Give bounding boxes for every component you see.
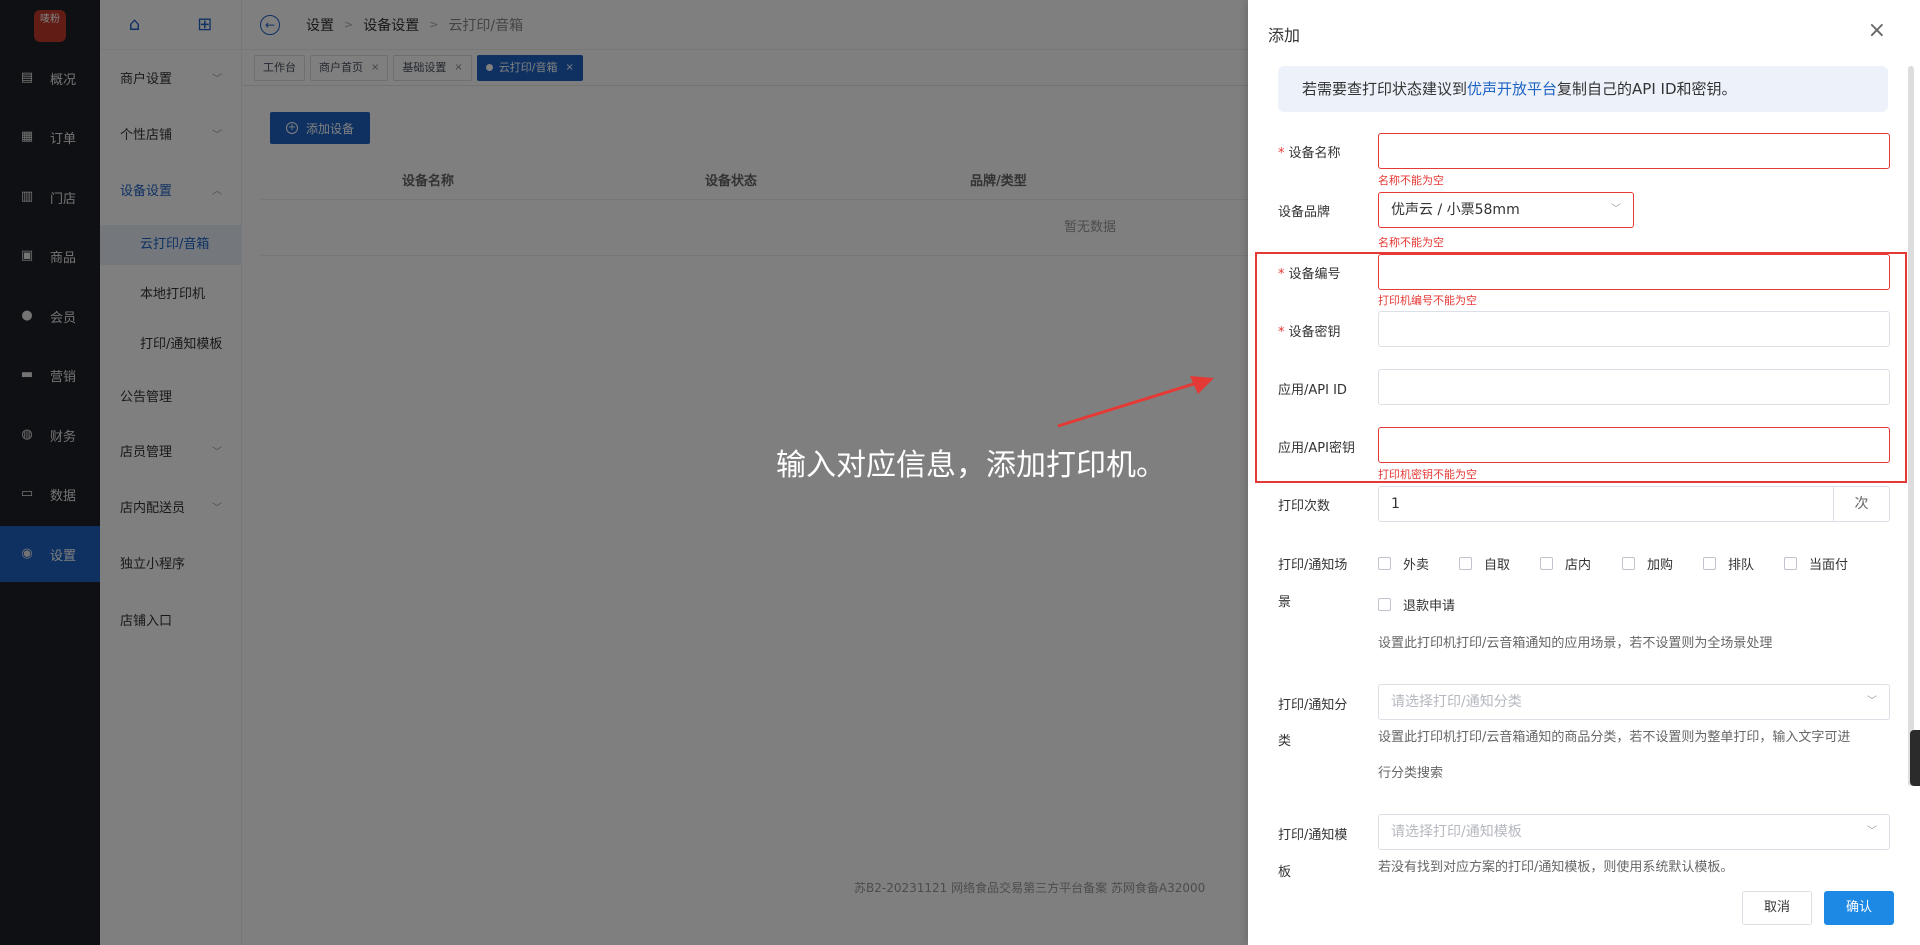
count-suffix: 次 <box>1833 487 1889 521</box>
template-select[interactable]: 请选择打印/通知模板 ﹀ <box>1378 814 1890 850</box>
checkbox-box <box>1703 557 1716 570</box>
label-text: 设备名称 <box>1288 146 1341 161</box>
category-hint-wrap: 行分类搜索 <box>1378 766 1444 781</box>
open-platform-link[interactable]: 优声开放平台 <box>1467 80 1557 98</box>
scene-hint: 设置此打印机打印/云音箱通知的应用场景，若不设置则为全场景处理 <box>1378 636 1773 651</box>
checkbox-label: 自取 <box>1484 558 1511 573</box>
category-placeholder: 请选择打印/通知分类 <box>1391 694 1522 710</box>
device-name-label: * 设备名称 <box>1278 142 1341 161</box>
annotation-text: 输入对应信息，添加打印机。 <box>776 448 1166 483</box>
cancel-button[interactable]: 取消 <box>1742 891 1812 925</box>
device-brand-error: 名称不能为空 <box>1378 236 1444 249</box>
template-placeholder: 请选择打印/通知模板 <box>1391 824 1522 840</box>
scene-checkbox-add-on[interactable]: 加购 <box>1622 554 1673 573</box>
annotation-arrow <box>1057 376 1214 428</box>
scene-label: 打印/通知场 <box>1278 558 1348 573</box>
checkbox-box <box>1378 557 1391 570</box>
chevron-down-icon: ﹀ <box>1867 826 1877 837</box>
highlight-box <box>1255 252 1907 483</box>
alert-text: 若需要查打印状态建议到 <box>1302 80 1468 98</box>
template-hint: 若没有找到对应方案的打印/通知模板，则使用系统默认模板。 <box>1378 860 1734 875</box>
device-name-input[interactable] <box>1378 133 1890 169</box>
scene-checkbox-face-pay[interactable]: 当面付 <box>1784 554 1848 573</box>
drawer-scrollbar[interactable] <box>1908 66 1914 786</box>
print-count-value: 1 <box>1391 496 1400 512</box>
chevron-down-icon: ﹀ <box>1867 696 1877 707</box>
scene-checkbox-refund[interactable]: 退款申请 <box>1378 595 1455 614</box>
print-count-label: 打印次数 <box>1278 499 1331 514</box>
scene-checkbox-pickup[interactable]: 自取 <box>1459 554 1510 573</box>
required-mark: * <box>1278 146 1285 161</box>
checkbox-label: 排队 <box>1728 558 1755 573</box>
scene-checkbox-queue[interactable]: 排队 <box>1703 554 1754 573</box>
alert-text: 复制自己的API ID和密钥。 <box>1557 80 1737 98</box>
category-hint: 设置此打印机打印/云音箱通知的商品分类，若不设置则为整单打印，输入文字可进 <box>1378 730 1851 745</box>
confirm-button[interactable]: 确认 <box>1824 891 1894 925</box>
checkbox-box <box>1784 557 1797 570</box>
checkbox-box <box>1459 557 1472 570</box>
category-label: 打印/通知分 <box>1278 698 1348 713</box>
scene-label-wrap: 景 <box>1278 595 1292 610</box>
device-brand-label: 设备品牌 <box>1278 205 1331 220</box>
checkbox-label: 加购 <box>1647 558 1674 573</box>
checkbox-label: 退款申请 <box>1403 599 1456 614</box>
chevron-down-icon: ﹀ <box>1611 204 1621 215</box>
print-count-input[interactable]: 1次 <box>1378 486 1890 522</box>
template-label: 打印/通知模 <box>1278 828 1348 843</box>
checkbox-box <box>1622 557 1635 570</box>
device-name-error: 名称不能为空 <box>1378 174 1444 187</box>
device-brand-select[interactable]: 优声云 / 小票58mm ﹀ <box>1378 192 1634 228</box>
info-alert: 若需要查打印状态建议到优声开放平台复制自己的API ID和密钥。 <box>1278 66 1888 112</box>
scene-checkbox-dine-in[interactable]: 店内 <box>1540 554 1591 573</box>
checkbox-label: 当面付 <box>1809 558 1849 573</box>
category-select[interactable]: 请选择打印/通知分类 ﹀ <box>1378 684 1890 720</box>
checkbox-label: 店内 <box>1565 558 1592 573</box>
drawer-title: 添加 <box>1268 26 1301 45</box>
category-label-wrap: 类 <box>1278 734 1292 749</box>
checkbox-box <box>1540 557 1553 570</box>
close-icon[interactable]: × <box>1868 18 1886 43</box>
scene-checkbox-takeout[interactable]: 外卖 <box>1378 554 1429 573</box>
floating-widget[interactable] <box>1910 730 1920 786</box>
brand-value: 优声云 / 小票58mm <box>1391 202 1520 218</box>
checkbox-box <box>1378 598 1391 611</box>
template-label-wrap: 板 <box>1278 865 1292 880</box>
checkbox-label: 外卖 <box>1403 558 1430 573</box>
